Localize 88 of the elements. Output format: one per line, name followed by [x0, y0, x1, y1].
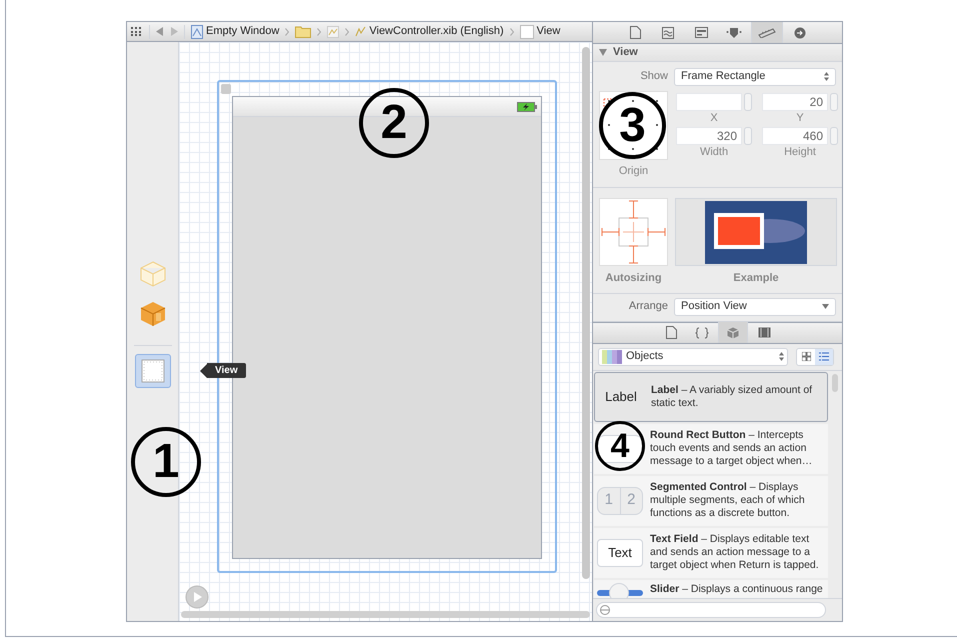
section-title: View: [613, 45, 638, 60]
breadcrumb-item[interactable]: ViewController.xib (English): [369, 23, 504, 40]
origin-label: Origin: [618, 164, 648, 178]
film-icon: [758, 327, 770, 338]
number-field[interactable]: 460: [762, 126, 828, 144]
autosizing-drawing[interactable]: [599, 198, 668, 266]
document-icon: [191, 24, 203, 38]
file-icon: [355, 26, 366, 37]
cube-icon: [727, 326, 739, 338]
stepper[interactable]: [744, 126, 752, 144]
arrange-popup[interactable]: Position View: [674, 298, 836, 316]
chevron-icon: [345, 28, 350, 36]
item-description: Text Field – Displays editable text and sends an action message to a target object when Return is tapped.: [650, 533, 820, 572]
breadcrumb-item[interactable]: View: [536, 23, 560, 40]
arrange-label: Arrange: [628, 299, 668, 314]
shield-icon: [726, 26, 742, 38]
autosizing-label: Autosizing: [605, 271, 662, 286]
text-field-preview: Text: [597, 538, 643, 566]
back-arrow-icon[interactable]: [156, 27, 164, 36]
field-label: X: [710, 110, 718, 124]
stepper[interactable]: [830, 92, 838, 110]
field-label: Height: [784, 144, 816, 158]
filter-icon: [600, 605, 610, 615]
number-field[interactable]: 20: [762, 92, 828, 110]
list-view-toggle[interactable]: [815, 348, 833, 364]
dock-item[interactable]: [134, 354, 170, 388]
section-header[interactable]: View: [593, 44, 842, 62]
view-tooltip: View: [200, 363, 246, 378]
callout-number: 4: [595, 421, 645, 471]
view-icon: [520, 24, 534, 38]
item-description: Slider – Displays a continuous range: [650, 582, 823, 596]
vertical-scrollbar[interactable]: [582, 47, 590, 579]
color-bars-icon: [602, 350, 622, 364]
filter-field[interactable]: [596, 602, 826, 618]
number-field[interactable]: 320: [676, 126, 742, 144]
breadcrumb-item[interactable]: Empty Window: [206, 23, 280, 40]
segmented-control-preview: 1 2: [597, 486, 643, 514]
horizontal-scrollbar[interactable]: [181, 611, 590, 618]
callout-number: 3: [599, 92, 666, 159]
ruler-icon: [758, 28, 776, 38]
document-icon: [666, 326, 676, 339]
grid-icon: [802, 352, 810, 361]
item-description: Label – A variably sized amount of static text.: [651, 384, 814, 410]
chevron-icon: [317, 28, 322, 36]
number-field[interactable]: [676, 92, 742, 110]
library-item[interactable]: Text Text Field – Displays editable text and sends an action message to a target object when Return is tapped.: [594, 528, 828, 578]
stepper-arrows-icon: [824, 72, 829, 81]
dropdown-arrow-icon: [822, 304, 829, 309]
field-label: Y: [796, 110, 804, 124]
stepper[interactable]: [744, 92, 752, 110]
list-scrollbar[interactable]: [832, 374, 838, 392]
library-tab[interactable]: [718, 322, 748, 343]
forward-arrow-icon[interactable]: [170, 27, 178, 36]
document-icon: [630, 26, 640, 39]
battery-icon: [517, 102, 537, 112]
file-icon: [327, 26, 340, 38]
stepper[interactable]: [830, 126, 838, 144]
wave-icon: [662, 26, 674, 38]
stepper-arrows-icon: [779, 352, 784, 361]
chevron-icon: [285, 28, 290, 36]
library-item[interactable]: 1 2 Segmented Control – Displays multiple segments, each of which functions as a discrete button.: [594, 476, 828, 526]
cube-icon: [138, 300, 166, 328]
show-popup[interactable]: Frame Rectangle: [674, 68, 836, 86]
callout-number: 2: [359, 88, 429, 158]
label-preview: Label: [604, 388, 638, 406]
callout-number: 1: [131, 427, 201, 497]
close-badge-icon[interactable]: [221, 84, 231, 94]
view-icon: [140, 359, 164, 383]
braces-icon: [695, 326, 709, 338]
item-description: Round Rect Button – Intercepts touch events and sends an action message to a target object when…: [650, 429, 814, 468]
grid-icon[interactable]: [131, 27, 143, 36]
inspector-tab[interactable]: [751, 22, 783, 43]
example-label: Example: [733, 271, 779, 286]
card-icon: [694, 27, 708, 38]
play-button-icon[interactable]: [185, 585, 209, 609]
objects-popup[interactable]: Objects: [598, 348, 788, 366]
show-label: Show: [640, 69, 668, 84]
field-label: Width: [700, 144, 728, 158]
list-icon: [819, 352, 829, 361]
chevron-icon: [510, 28, 514, 36]
arrow-circle-icon: [794, 26, 806, 38]
item-description: Segmented Control – Displays multiple segments, each of which functions as a discrete button.: [650, 481, 806, 520]
disclosure-triangle-icon[interactable]: [599, 48, 607, 56]
folder-icon: [295, 25, 312, 38]
library-item[interactable]: Label Label – A variably sized amount of static text.: [594, 372, 828, 422]
library-item[interactable]: Slider – Displays a continuous range: [594, 580, 828, 598]
round-rect-button-preview: [597, 434, 643, 462]
cube-outline-icon: [138, 260, 166, 288]
